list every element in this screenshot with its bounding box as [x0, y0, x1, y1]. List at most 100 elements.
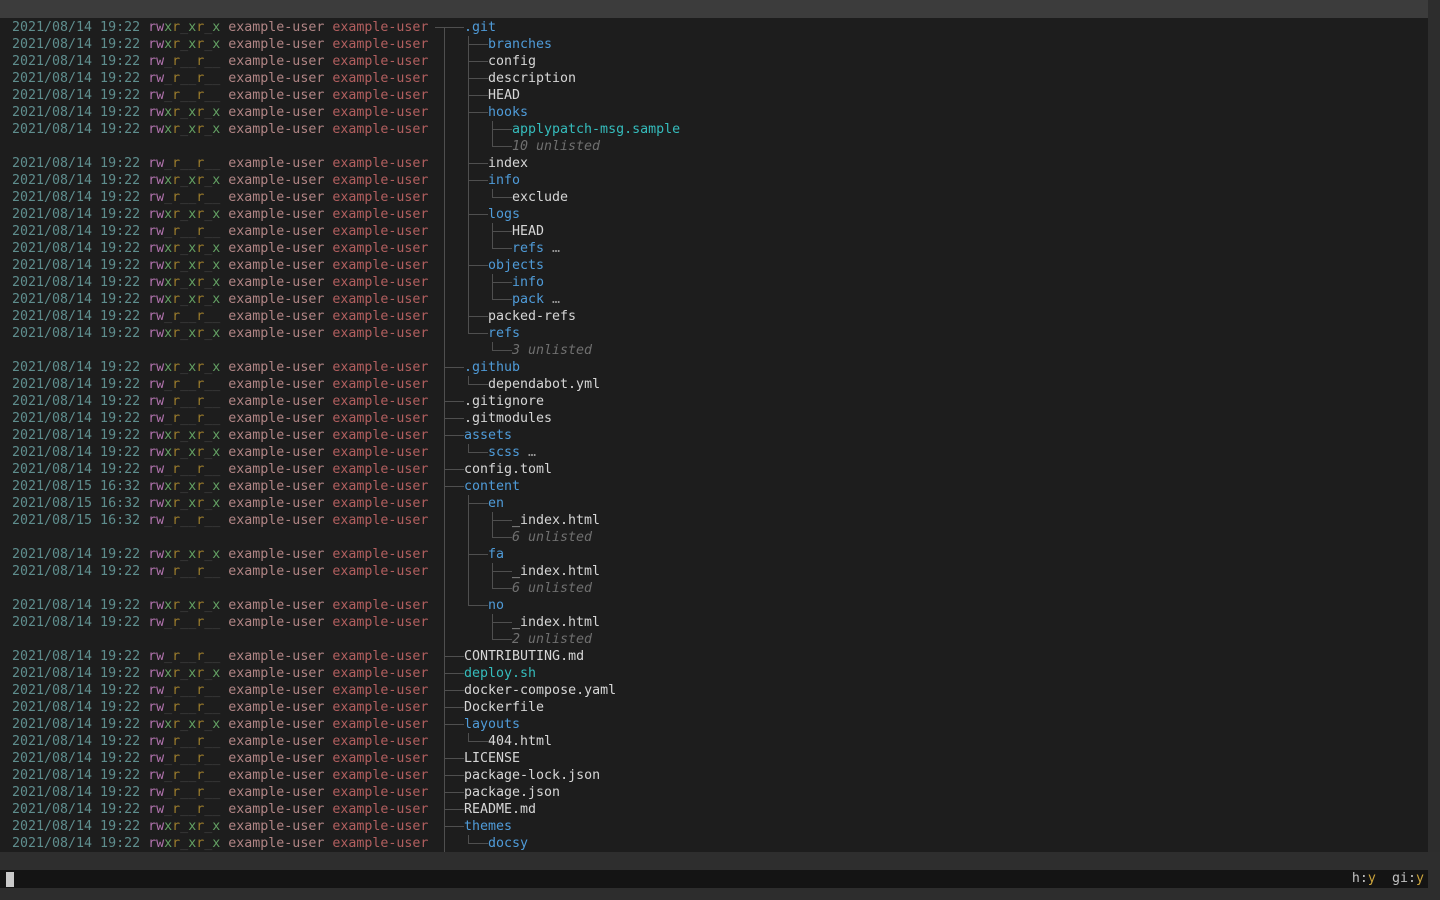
directory-name[interactable]: info [488, 172, 520, 189]
file-name[interactable]: exclude [512, 189, 568, 206]
tree-row[interactable]: 2021/08/14 19:22 rwxr_xr_x example-user … [0, 325, 1428, 342]
file-name[interactable]: package.json [464, 784, 560, 801]
file-name[interactable]: package-lock.json [464, 767, 600, 784]
file-name[interactable]: config [488, 53, 536, 70]
file-name[interactable]: packed-refs [488, 308, 576, 325]
tree-row[interactable]: 2021/08/14 19:22 rwxr_xr_x example-user … [0, 240, 1428, 257]
file-name[interactable]: .gitignore [464, 393, 544, 410]
file-name[interactable]: CONTRIBUTING.md [464, 648, 584, 665]
tree-row[interactable]: 2021/08/14 19:22 rwxr_xr_x example-user … [0, 121, 1428, 138]
tree-row[interactable]: 2021/08/14 19:22 rw_r__r__ example-user … [0, 308, 1428, 325]
tree-row[interactable]: 2021/08/14 19:22 rw_r__r__ example-user … [0, 614, 1428, 631]
tree-row[interactable]: 2021/08/14 19:22 rw_r__r__ example-user … [0, 733, 1428, 750]
tree-row[interactable]: 2021/08/14 19:22 rw_r__r__ example-user … [0, 682, 1428, 699]
file-name[interactable]: applypatch-msg.sample [512, 121, 680, 138]
directory-name[interactable]: fa [488, 546, 504, 563]
tree-row[interactable]: 2 unlisted [0, 631, 1428, 648]
tree-row[interactable]: 2021/08/14 19:22 rwxr_xr_x example-user … [0, 427, 1428, 444]
tree-row[interactable]: 2021/08/15 16:32 rw_r__r__ example-user … [0, 512, 1428, 529]
path-bar[interactable]: /home/example-user/docsy-example [0, 0, 1428, 18]
tree-row[interactable]: 10 unlisted [0, 138, 1428, 155]
file-name[interactable]: dependabot.yml [488, 376, 600, 393]
tree-row[interactable]: 2021/08/14 19:22 rwxr_xr_x example-user … [0, 104, 1428, 121]
tree-row[interactable]: 2021/08/14 19:22 rwxr_xr_x example-user … [0, 444, 1428, 461]
file-name[interactable]: HEAD [512, 223, 544, 240]
tree-row[interactable]: 2021/08/14 19:22 rwxr_xr_x example-user … [0, 19, 1428, 36]
tree-row[interactable]: 2021/08/14 19:22 rwxr_xr_x example-user … [0, 359, 1428, 376]
directory-name[interactable]: branches [488, 36, 552, 53]
tree-row[interactable]: 2021/08/14 19:22 rw_r__r__ example-user … [0, 393, 1428, 410]
directory-name[interactable]: info [512, 274, 544, 291]
tree-row[interactable]: 2021/08/14 19:22 rw_r__r__ example-user … [0, 376, 1428, 393]
tree-row[interactable]: 2021/08/14 19:22 rwxr_xr_x example-user … [0, 274, 1428, 291]
file-name[interactable]: _index.html [512, 563, 600, 580]
tree-row[interactable]: 2021/08/14 19:22 rwxr_xr_x example-user … [0, 257, 1428, 274]
tree-row[interactable]: 2021/08/14 19:22 rw_r__r__ example-user … [0, 87, 1428, 104]
tree-row[interactable]: 6 unlisted [0, 529, 1428, 546]
tree-row[interactable]: 2021/08/14 19:22 rwxr_xr_x example-user … [0, 172, 1428, 189]
directory-name[interactable]: layouts [464, 716, 520, 733]
tree-row[interactable]: 3 unlisted [0, 342, 1428, 359]
directory-name[interactable]: assets [464, 427, 512, 444]
tree-row[interactable]: 2021/08/14 19:22 rwxr_xr_x example-user … [0, 597, 1428, 614]
directory-name[interactable]: themes [464, 818, 512, 835]
file-name[interactable]: _index.html [512, 614, 600, 631]
file-name[interactable]: .gitmodules [464, 410, 552, 427]
tree-row[interactable]: 2021/08/14 19:22 rw_r__r__ example-user … [0, 461, 1428, 478]
unlisted-count[interactable]: 2 unlisted [512, 631, 592, 648]
directory-name[interactable]: pack [512, 291, 544, 308]
file-name[interactable]: deploy.sh [464, 665, 536, 682]
tree-row[interactable]: 6 unlisted [0, 580, 1428, 597]
tree-row[interactable]: 2021/08/15 16:32 rwxr_xr_x example-user … [0, 478, 1428, 495]
tree-row[interactable]: 2021/08/14 19:22 rw_r__r__ example-user … [0, 223, 1428, 240]
tree-row[interactable]: 2021/08/14 19:22 rwxr_xr_x example-user … [0, 291, 1428, 308]
directory-name[interactable]: objects [488, 257, 544, 274]
tree-row[interactable]: 2021/08/14 19:22 rw_r__r__ example-user … [0, 189, 1428, 206]
directory-name[interactable]: scss [488, 444, 520, 461]
unlisted-count[interactable]: 3 unlisted [512, 342, 592, 359]
tree-row[interactable]: 2021/08/14 19:22 rw_r__r__ example-user … [0, 563, 1428, 580]
file-name[interactable]: docker-compose.yaml [464, 682, 616, 699]
tree-row[interactable]: 2021/08/14 19:22 rw_r__r__ example-user … [0, 53, 1428, 70]
directory-name[interactable]: refs [488, 325, 520, 342]
tree-row[interactable]: 2021/08/14 19:22 rw_r__r__ example-user … [0, 410, 1428, 427]
directory-name[interactable]: .github [464, 359, 520, 376]
tree-row[interactable]: 2021/08/14 19:22 rw_r__r__ example-user … [0, 155, 1428, 172]
tree-row[interactable]: 2021/08/14 19:22 rw_r__r__ example-user … [0, 801, 1428, 818]
tree-row[interactable]: 2021/08/14 19:22 rwxr_xr_x example-user … [0, 206, 1428, 223]
file-name[interactable]: config.toml [464, 461, 552, 478]
tree-row[interactable]: 2021/08/14 19:22 rwxr_xr_x example-user … [0, 716, 1428, 733]
tree-row[interactable]: 2021/08/14 19:22 rw_r__r__ example-user … [0, 750, 1428, 767]
file-name[interactable]: HEAD [488, 87, 520, 104]
search-input-bar[interactable]: h:y gi:y [0, 870, 1428, 888]
directory-name[interactable]: no [488, 597, 504, 614]
tree-row[interactable]: 2021/08/14 19:22 rw_r__r__ example-user … [0, 70, 1428, 87]
tree-row[interactable]: 2021/08/14 19:22 rwxr_xr_x example-user … [0, 546, 1428, 563]
tree-row[interactable]: 2021/08/14 19:22 rwxr_xr_x example-user … [0, 818, 1428, 835]
file-name[interactable]: _index.html [512, 512, 600, 529]
unlisted-count[interactable]: 6 unlisted [512, 529, 592, 546]
file-name[interactable]: Dockerfile [464, 699, 544, 716]
file-name[interactable]: description [488, 70, 576, 87]
directory-name[interactable]: docsy [488, 835, 528, 852]
directory-name[interactable]: logs [488, 206, 520, 223]
directory-name[interactable]: content [464, 478, 520, 495]
unlisted-count[interactable]: 10 unlisted [512, 138, 600, 155]
directory-name[interactable]: hooks [488, 104, 528, 121]
tree-row[interactable]: 2021/08/14 19:22 rw_r__r__ example-user … [0, 648, 1428, 665]
tree-row[interactable]: 2021/08/14 19:22 rwxr_xr_x example-user … [0, 36, 1428, 53]
tree-row[interactable]: 2021/08/14 19:22 rw_r__r__ example-user … [0, 699, 1428, 716]
file-name[interactable]: LICENSE [464, 750, 520, 767]
tree-row[interactable]: 2021/08/14 19:22 rw_r__r__ example-user … [0, 767, 1428, 784]
directory-name[interactable]: .git [464, 19, 496, 36]
file-name[interactable]: README.md [464, 801, 536, 818]
directory-name[interactable]: refs [512, 240, 544, 257]
directory-name[interactable]: en [488, 495, 504, 512]
file-name[interactable]: 404.html [488, 733, 552, 750]
tree-row[interactable]: 2021/08/14 19:22 rw_r__r__ example-user … [0, 784, 1428, 801]
tree-row[interactable]: 2021/08/15 16:32 rwxr_xr_x example-user … [0, 495, 1428, 512]
file-name[interactable]: index [488, 155, 528, 172]
tree-row[interactable]: 2021/08/14 19:22 rwxr_xr_x example-user … [0, 835, 1428, 852]
unlisted-count[interactable]: 6 unlisted [512, 580, 592, 597]
tree-row[interactable]: 2021/08/14 19:22 rwxr_xr_x example-user … [0, 665, 1428, 682]
